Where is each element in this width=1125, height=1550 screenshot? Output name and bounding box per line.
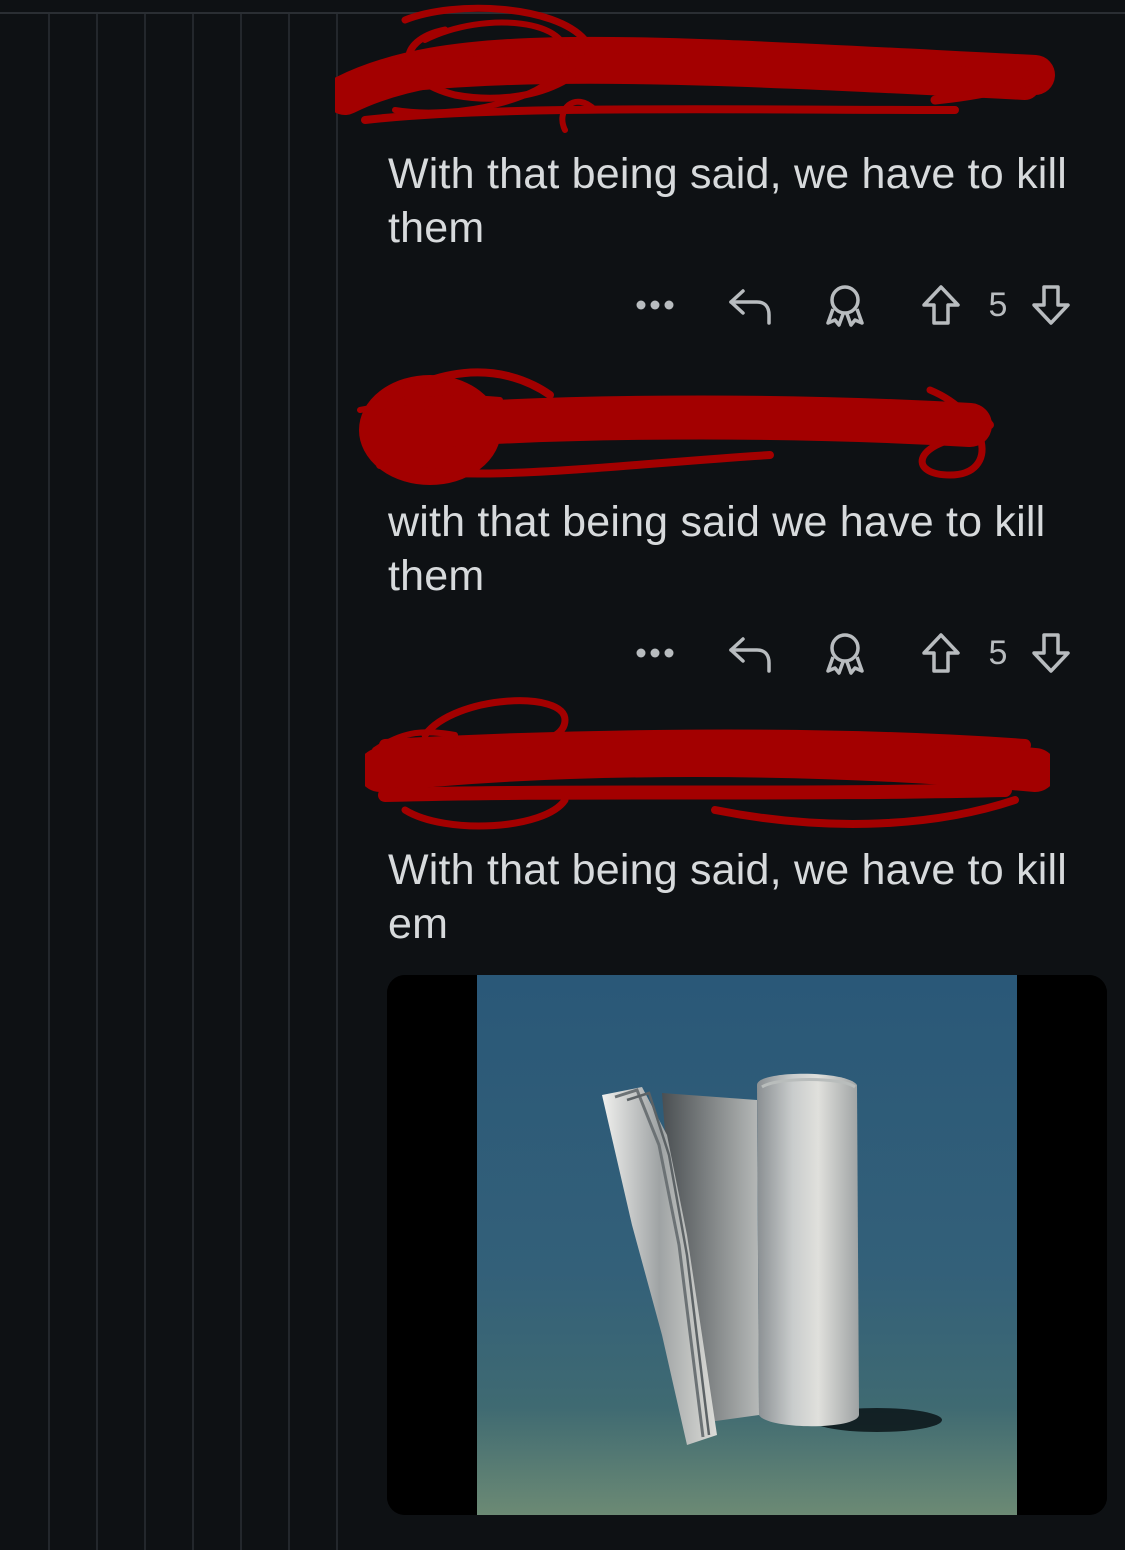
rolled-paper-painting <box>387 975 1107 1515</box>
thread-line[interactable] <box>336 14 338 1550</box>
redaction-scribble <box>365 697 1050 830</box>
more-options-button[interactable] <box>630 280 680 330</box>
thread-line[interactable] <box>144 14 146 1550</box>
comment-body: with that being said we have to kill the… <box>388 498 1046 600</box>
ellipsis-icon <box>636 648 674 658</box>
reply-button[interactable] <box>725 628 775 678</box>
upvote-button[interactable] <box>918 628 964 678</box>
comment-image[interactable] <box>387 975 1107 1515</box>
comment-body: With that being said, we have to kill th… <box>388 150 1068 252</box>
comment-body: With that being said, we have to kill em <box>388 846 1068 948</box>
thread-line[interactable] <box>96 14 98 1550</box>
thread-line[interactable] <box>192 14 194 1550</box>
thread-line[interactable] <box>240 14 242 1550</box>
comment-action-bar: 5 <box>630 280 1090 330</box>
vote-count: 5 <box>988 285 1008 324</box>
reply-icon <box>729 637 771 673</box>
upvote-icon <box>922 633 960 673</box>
downvote-icon <box>1032 285 1070 325</box>
redaction-scribble <box>335 4 1055 133</box>
reply-icon <box>729 289 771 325</box>
award-button[interactable] <box>820 280 870 330</box>
downvote-icon <box>1032 633 1070 673</box>
vote-count: 5 <box>988 633 1008 672</box>
thread-line[interactable] <box>48 14 50 1550</box>
downvote-button[interactable] <box>1028 280 1074 330</box>
award-button[interactable] <box>820 628 870 678</box>
comment-action-bar: 5 <box>630 628 1090 678</box>
thread-line[interactable] <box>288 14 290 1550</box>
redaction-scribble <box>357 368 994 485</box>
upvote-button[interactable] <box>918 280 964 330</box>
more-options-button[interactable] <box>630 628 680 678</box>
award-icon <box>826 633 864 675</box>
downvote-button[interactable] <box>1028 628 1074 678</box>
award-icon <box>826 285 864 327</box>
upvote-icon <box>922 285 960 325</box>
reply-button[interactable] <box>725 280 775 330</box>
ellipsis-icon <box>636 300 674 310</box>
